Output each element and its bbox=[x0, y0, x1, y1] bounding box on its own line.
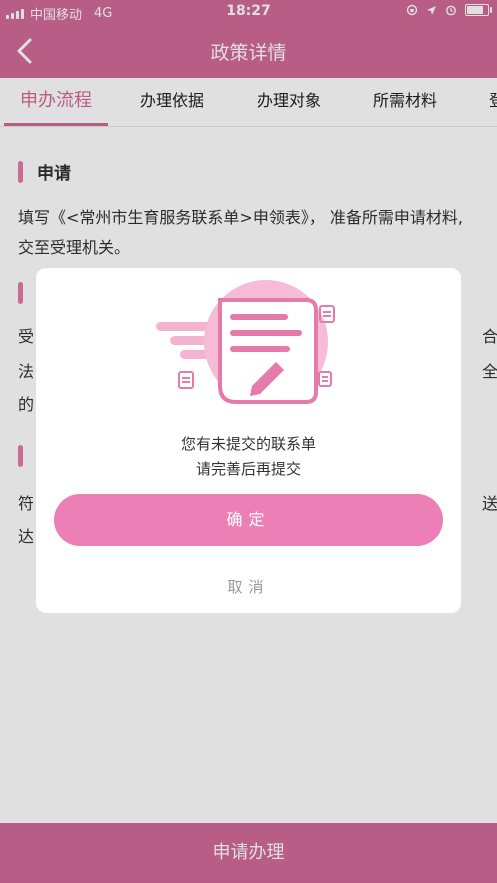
dialog-message-line1: 您有未提交的联系单 bbox=[180, 435, 316, 453]
incomplete-form-dialog: 您有未提交的联系单 请完善后再提交 确定 取消 bbox=[36, 268, 461, 613]
confirm-button[interactable]: 确定 bbox=[54, 494, 443, 546]
cancel-button[interactable]: 取消 bbox=[36, 576, 461, 597]
form-edit-icon bbox=[156, 280, 335, 404]
dialog-message-line2: 请完善后再提交 bbox=[195, 460, 301, 478]
